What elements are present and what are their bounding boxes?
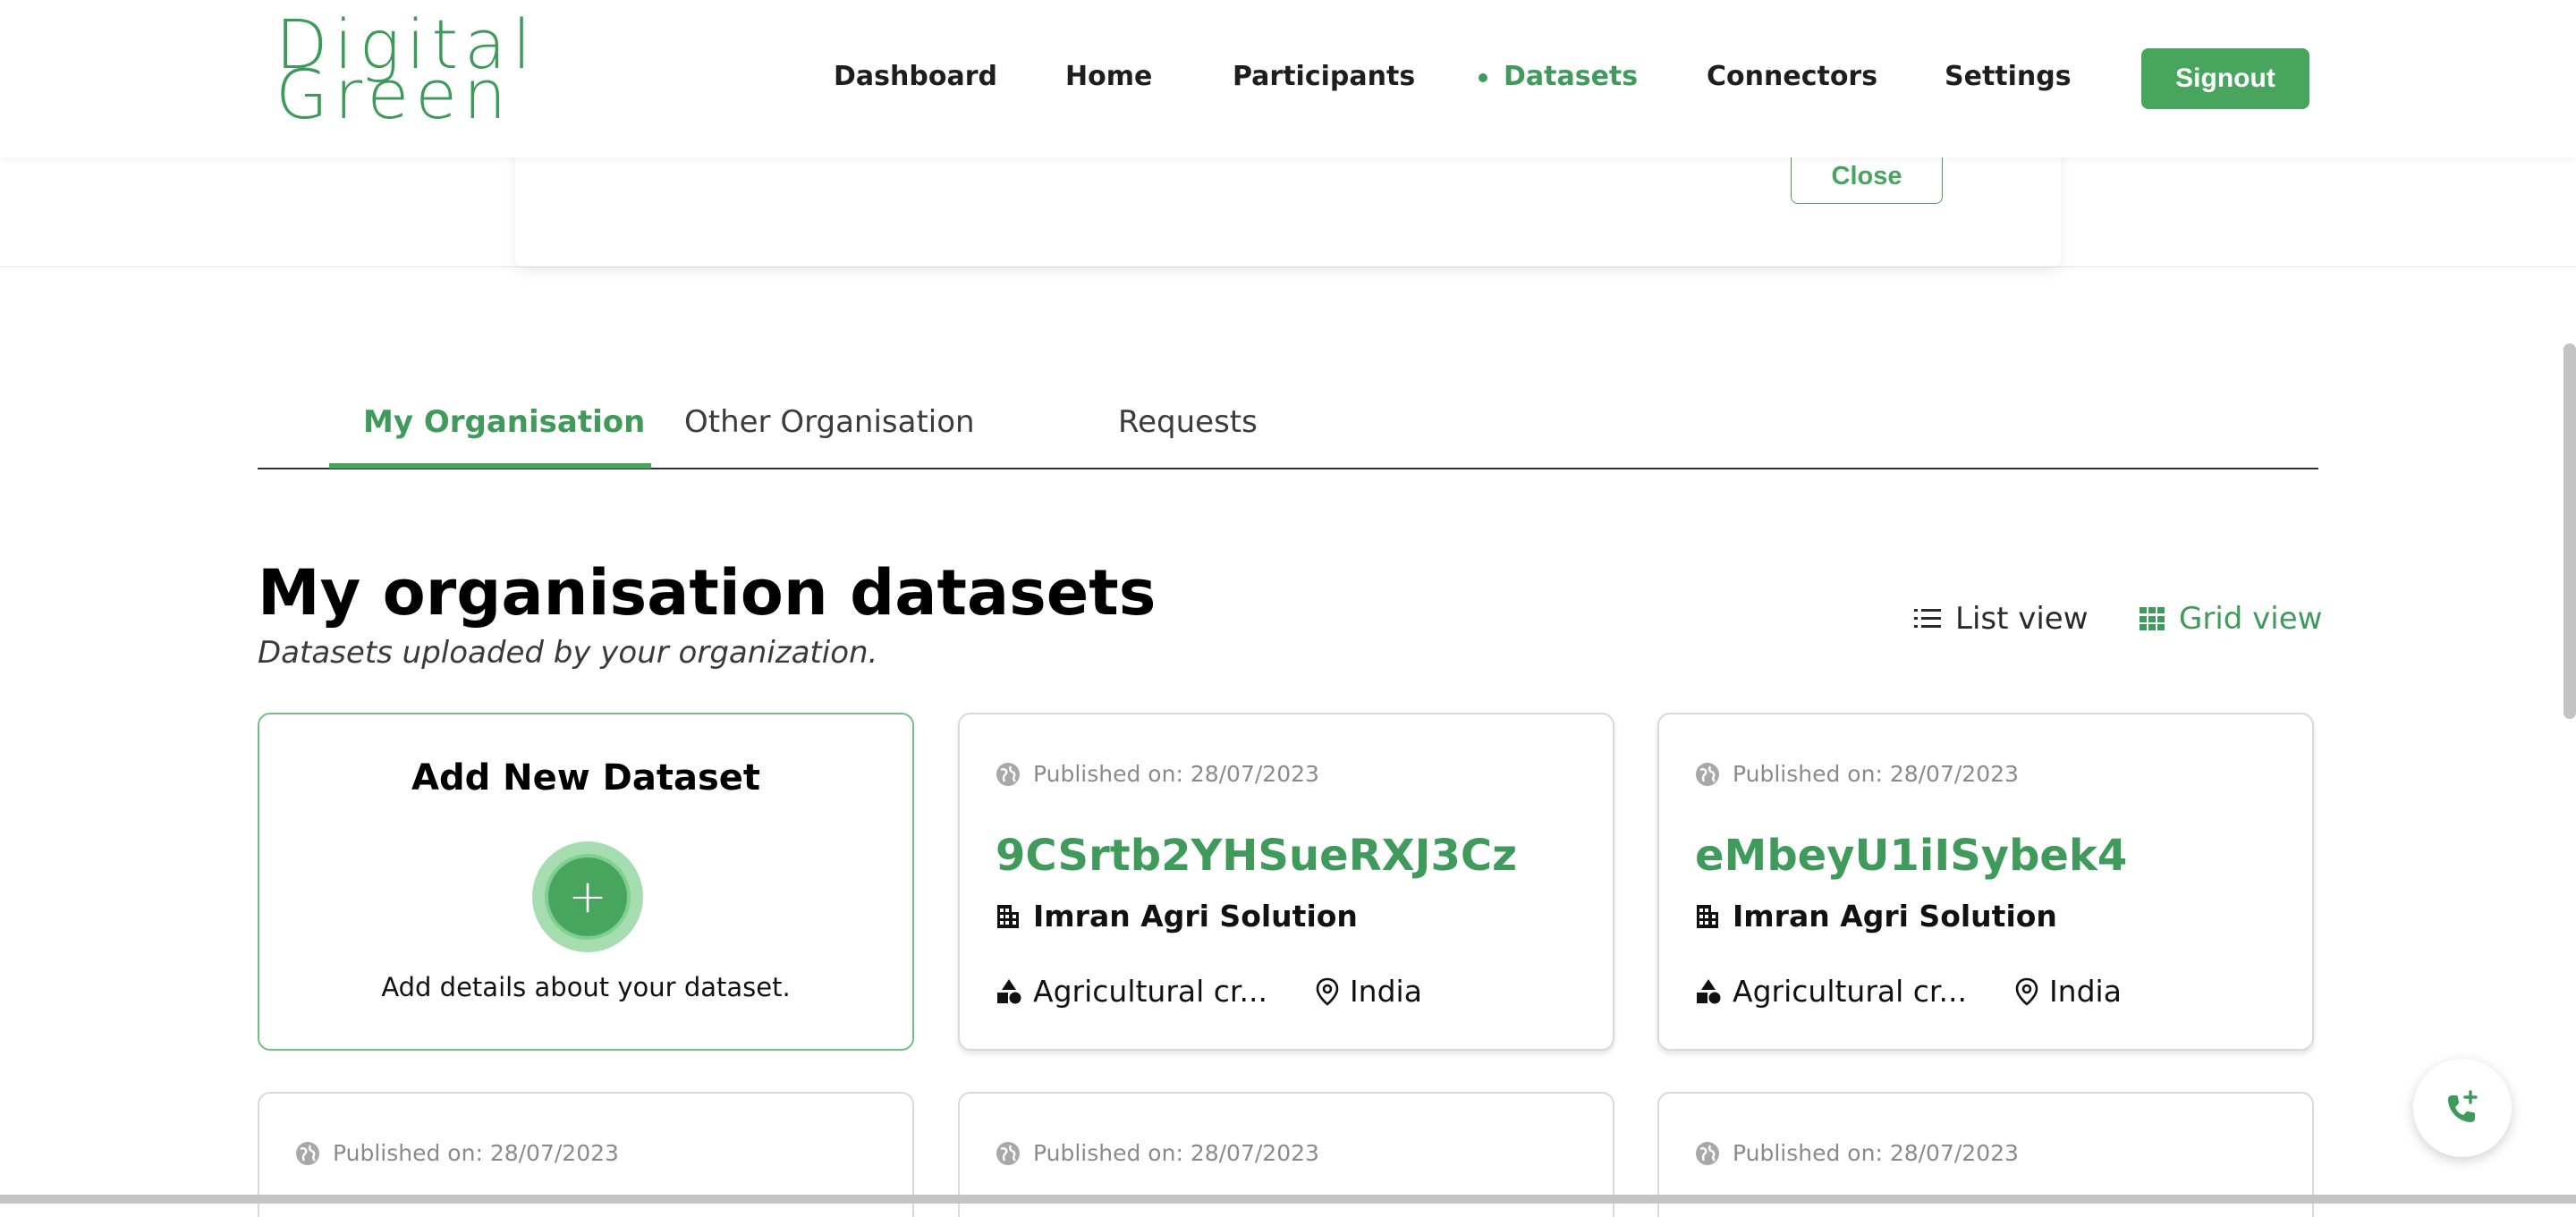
published-date-text: Published on: 28/07/2023 (1033, 1140, 1319, 1166)
shapes-icon (997, 978, 1021, 1003)
add-dataset-title: Add New Dataset (411, 757, 760, 799)
signout-button[interactable]: Signout (2141, 48, 2309, 109)
nav-dashboard[interactable]: Dashboard (834, 61, 997, 92)
dataset-organization: Imran Agri Solution (996, 899, 1358, 934)
globe-icon (1696, 1141, 1719, 1165)
organization-name: Imran Agri Solution (1733, 899, 2057, 934)
digital-green-logo[interactable]: Digital Green (275, 11, 553, 134)
published-date-text: Published on: 28/07/2023 (333, 1140, 619, 1166)
published-date: Published on: 28/07/2023 (996, 1140, 1319, 1166)
nav-participants[interactable]: Participants (1233, 61, 1415, 92)
add-dataset-description: Add details about your dataset. (381, 972, 791, 1002)
tab-my-organisation[interactable]: My Organisation (363, 404, 645, 440)
grid-view-toggle[interactable]: Grid view (2140, 601, 2322, 637)
published-date: Published on: 28/07/2023 (1695, 761, 2019, 787)
section-divider (0, 266, 2576, 267)
phone-plus-icon (2448, 1090, 2478, 1122)
nav-connectors[interactable]: Connectors (1707, 61, 1877, 92)
grid-icon (2140, 607, 2165, 630)
nav-home[interactable]: Home (1065, 61, 1152, 92)
active-tab-underline (329, 463, 651, 469)
dataset-name[interactable]: eMbeyU1iISybek4 (1695, 831, 2127, 881)
tab-requests[interactable]: Requests (1118, 404, 1258, 440)
location-pin-icon (2015, 977, 2038, 1006)
dataset-card[interactable]: Published on: 28/07/2023 eMbeyU1iISybek4… (1657, 713, 2314, 1051)
shapes-icon (1697, 978, 1721, 1003)
globe-icon (996, 762, 1020, 786)
dataset-meta: Agricultural cr... India (1695, 974, 2122, 1009)
published-date: Published on: 28/07/2023 (996, 761, 1319, 787)
nav-datasets[interactable]: Datasets (1479, 61, 1639, 92)
dataset-category: Agricultural cr... (1733, 974, 1967, 1009)
dataset-card[interactable]: Published on: 28/07/2023 9CSrtb2YHSueRXJ… (958, 713, 1614, 1051)
organization-name: Imran Agri Solution (1033, 899, 1358, 934)
building-icon (997, 904, 1019, 928)
published-date: Published on: 28/07/2023 (295, 1140, 619, 1166)
dataset-location: India (2048, 974, 2122, 1009)
grid-view-label: Grid view (2179, 601, 2323, 637)
add-dataset-button[interactable]: + (532, 841, 643, 952)
nav-datasets-label: Datasets (1504, 61, 1639, 92)
dataset-name[interactable]: 9CSrtb2YHSueRXJ3Cz (996, 831, 1517, 881)
published-date-text: Published on: 28/07/2023 (1033, 761, 1319, 787)
vertical-scrollbar[interactable] (2563, 343, 2576, 719)
list-icon (1914, 609, 1941, 628)
location-pin-icon (1316, 977, 1339, 1006)
top-navbar: Digital Green Dashboard Home Participant… (0, 0, 2576, 157)
published-date: Published on: 28/07/2023 (1695, 1140, 2019, 1166)
horizontal-scrollbar[interactable] (0, 1195, 2576, 1204)
published-date-text: Published on: 28/07/2023 (1733, 761, 2019, 787)
dataset-location: India (1349, 974, 1422, 1009)
logo-line-2: Green (275, 55, 513, 134)
globe-icon (996, 1141, 1020, 1165)
globe-icon (1696, 762, 1719, 786)
plus-icon: + (545, 854, 631, 940)
globe-icon (296, 1141, 319, 1165)
published-date-text: Published on: 28/07/2023 (1733, 1140, 2019, 1166)
page-subtitle: Datasets uploaded by your organization. (258, 635, 878, 671)
dataset-meta: Agricultural cr... India (996, 974, 1422, 1009)
list-view-label: List view (1955, 601, 2089, 637)
page-title: My organisation datasets (258, 556, 1157, 630)
nav-settings[interactable]: Settings (1945, 61, 2072, 92)
add-new-dataset-card[interactable]: Add New Dataset + Add details about your… (258, 713, 914, 1051)
building-icon (1697, 904, 1718, 928)
list-view-toggle[interactable]: List view (1914, 601, 2089, 637)
tab-other-organisation[interactable]: Other Organisation (684, 404, 975, 440)
active-indicator-dot (1479, 73, 1487, 82)
dataset-category: Agricultural cr... (1033, 974, 1267, 1009)
contact-support-button[interactable] (2413, 1059, 2512, 1157)
dataset-organization: Imran Agri Solution (1695, 899, 2057, 934)
